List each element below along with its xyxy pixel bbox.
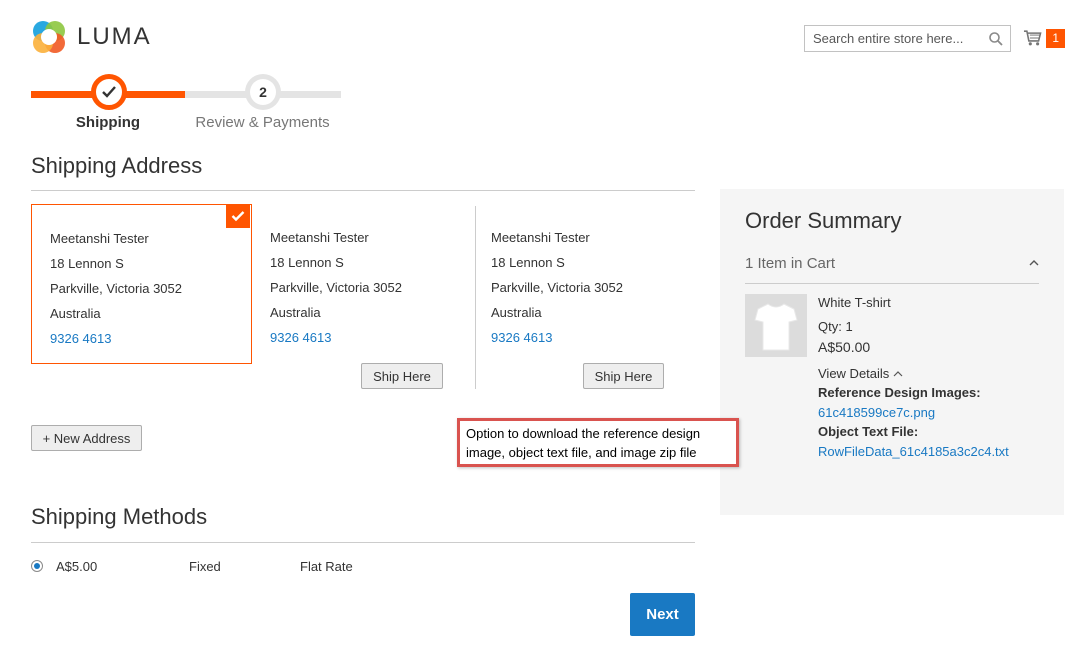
product-thumbnail: [745, 294, 807, 357]
shipping-address-title: Shipping Address: [31, 153, 203, 178]
option-label: Object Text File:: [818, 424, 919, 439]
logo-text: LUMA: [77, 23, 152, 50]
address-street: 18 Lennon S: [270, 255, 344, 270]
address-name: Meetanshi Tester: [50, 231, 149, 246]
annotation-callout: Option to download the reference design …: [457, 418, 739, 467]
shipping-methods-title: Shipping Methods: [31, 504, 208, 529]
divider: [31, 190, 695, 191]
step-review-label: Review & Payments: [195, 114, 330, 131]
address-card-selected[interactable]: Meetanshi Tester 18 Lennon S Parkville, …: [31, 204, 252, 364]
summary-divider: [745, 283, 1039, 284]
product-name: White T-shirt: [818, 295, 891, 310]
address-country: Australia: [50, 306, 101, 321]
product-price: A$50.00: [818, 339, 871, 355]
address-country: Australia: [270, 305, 321, 320]
callout-line: image, object text file, and image zip f…: [466, 445, 697, 460]
minicart[interactable]: 1: [1023, 27, 1065, 49]
luma-logo-icon: [33, 21, 65, 53]
reference-image-download-link[interactable]: 61c418599ce7c.png: [818, 405, 935, 420]
address-street: 18 Lennon S: [491, 255, 565, 270]
address-city: Parkville, Victoria 3052: [50, 281, 182, 296]
step-shipping-label: Shipping: [75, 114, 141, 131]
search-icon[interactable]: [988, 31, 1004, 47]
address-name: Meetanshi Tester: [270, 230, 369, 245]
new-address-button[interactable]: + New Address: [31, 425, 142, 451]
search-box[interactable]: [804, 25, 1011, 52]
address-phone-link[interactable]: 9326 4613: [270, 325, 473, 350]
address-phone-link[interactable]: 9326 4613: [50, 326, 251, 351]
text-file-download-link[interactable]: RowFileData_61c4185a3c2c4.txt: [818, 444, 1009, 459]
chevron-up-icon: [893, 370, 903, 376]
ship-here-button[interactable]: Ship Here: [583, 363, 664, 389]
address-street: 18 Lennon S: [50, 256, 124, 271]
product-qty: Qty: 1: [818, 319, 853, 334]
method-price: A$5.00: [56, 559, 98, 574]
address-city: Parkville, Victoria 3052: [491, 280, 623, 295]
address-phone-link[interactable]: 9326 4613: [491, 325, 694, 350]
callout-line: Option to download the reference design: [466, 426, 701, 441]
cart-icon[interactable]: [1023, 29, 1042, 47]
address-name: Meetanshi Tester: [491, 230, 590, 245]
ship-here-button[interactable]: Ship Here: [361, 363, 443, 389]
divider: [31, 542, 695, 543]
option-label: Reference Design Images:: [818, 385, 981, 400]
view-details-toggle[interactable]: View Details: [818, 366, 904, 381]
method-name: Fixed: [189, 559, 221, 574]
address-country: Australia: [491, 305, 542, 320]
items-in-cart-toggle[interactable]: 1 Item in Cart: [745, 255, 835, 272]
selected-address-check: [226, 204, 250, 228]
checkmark-icon: [231, 211, 245, 222]
checkmark-icon: [102, 86, 116, 98]
address-card: Meetanshi Tester 18 Lennon S Parkville, …: [252, 204, 473, 364]
chevron-up-icon[interactable]: [1027, 256, 1041, 270]
step-review-number: 2: [250, 79, 276, 105]
radio-selected-dot: [34, 563, 40, 569]
search-input[interactable]: [813, 31, 988, 46]
step-review-circle: 2: [245, 74, 281, 110]
address-card: Meetanshi Tester 18 Lennon S Parkville, …: [473, 204, 694, 364]
step-shipping-circle: [91, 74, 127, 110]
luma-logo[interactable]: LUMA: [31, 17, 171, 57]
shipping-method-radio[interactable]: [31, 560, 43, 572]
address-city: Parkville, Victoria 3052: [270, 280, 402, 295]
order-summary-title: Order Summary: [745, 208, 902, 233]
view-details-label: View Details: [818, 366, 890, 381]
cart-count-badge: 1: [1046, 28, 1065, 48]
next-button[interactable]: Next: [630, 593, 695, 636]
tshirt-icon: [754, 302, 798, 350]
method-carrier: Flat Rate: [300, 559, 353, 574]
